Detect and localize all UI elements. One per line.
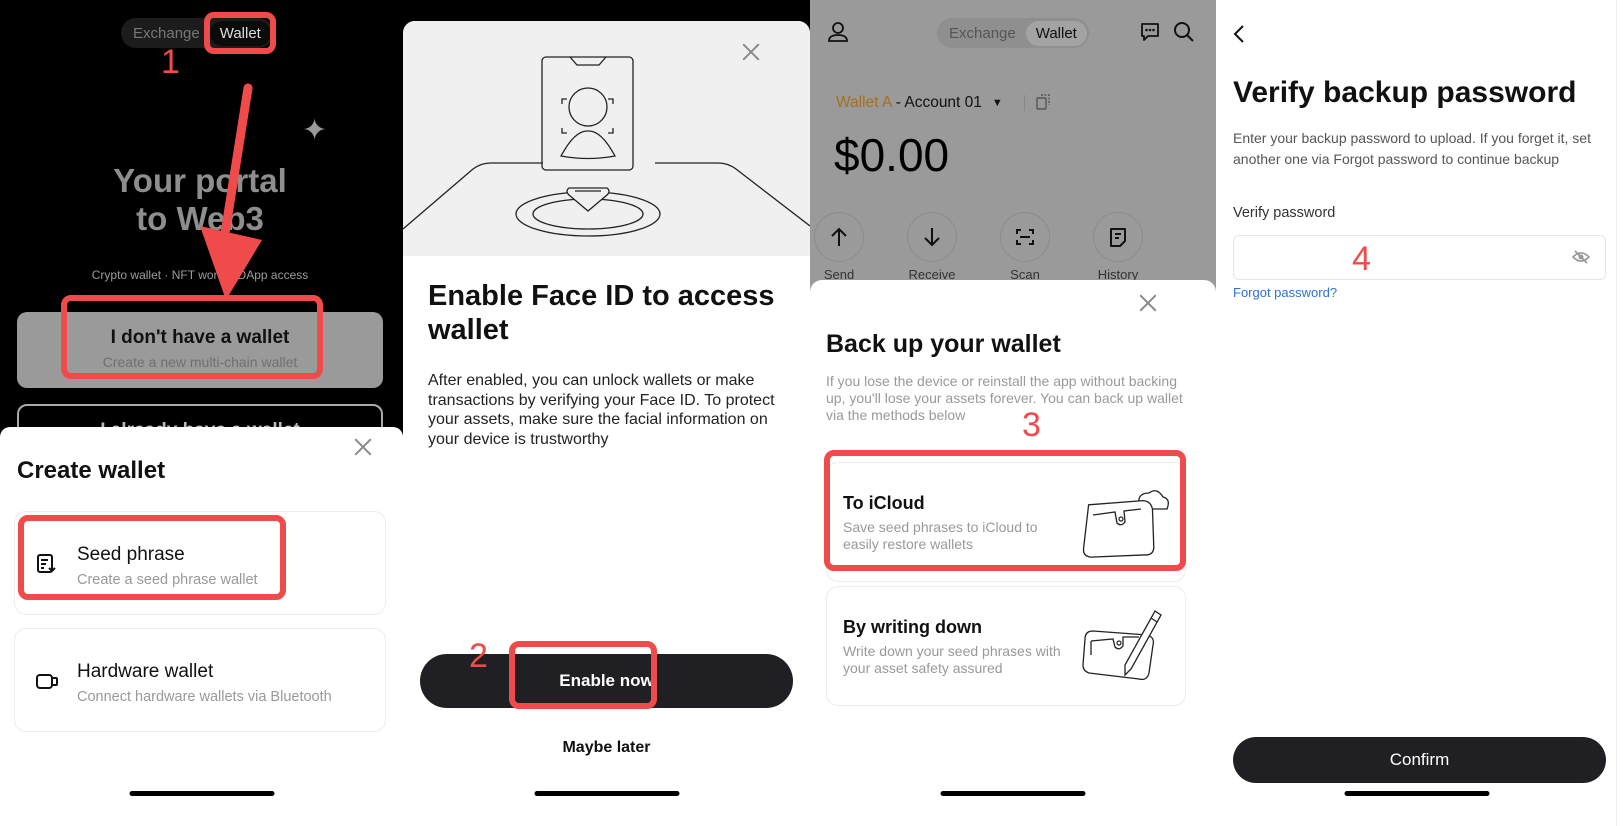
no-wallet-subtitle: Create a new multi-chain wallet xyxy=(102,354,298,370)
receive-action[interactable]: Receive xyxy=(901,212,963,282)
arrow-up-icon xyxy=(831,227,847,246)
option-subtitle: Write down your seed phrases with your a… xyxy=(843,643,1061,676)
step-number: 2 xyxy=(469,637,488,675)
seed-phrase-icon xyxy=(37,554,56,573)
send-action[interactable]: Send xyxy=(810,212,870,282)
confirm-button[interactable]: Confirm xyxy=(1233,737,1606,783)
page-title: Verify backup password xyxy=(1233,76,1577,109)
balance: $0.00 xyxy=(834,129,950,181)
step-number: 4 xyxy=(1352,240,1371,278)
tab-wallet[interactable]: Wallet xyxy=(1025,20,1087,46)
copy-icon[interactable] xyxy=(1034,93,1052,111)
search-icon[interactable] xyxy=(1172,20,1196,44)
divider xyxy=(1616,0,1617,826)
wallet-name: Wallet A xyxy=(836,94,892,111)
option-title: Hardware wallet xyxy=(77,661,214,682)
home-indicator xyxy=(940,791,1086,796)
tab-exchange[interactable]: Exchange xyxy=(939,21,1026,46)
home-indicator xyxy=(1344,791,1489,796)
sheet-title: Back up your wallet xyxy=(826,330,1061,358)
option-title: To iCloud xyxy=(843,493,925,513)
account-name: - Account 01 xyxy=(891,94,982,111)
field-label: Verify password xyxy=(1233,205,1336,221)
close-icon[interactable] xyxy=(352,436,374,458)
close-icon[interactable] xyxy=(1137,292,1159,314)
option-seed-phrase[interactable]: Seed phrase Create a seed phrase wallet xyxy=(14,511,386,615)
maybe-later-button[interactable]: Maybe later xyxy=(403,739,810,757)
option-subtitle: Connect hardware wallets via Bluetooth xyxy=(77,689,332,705)
arrow-annotation-icon xyxy=(200,83,262,300)
face-id-card: Enable Face ID to access wallet After en… xyxy=(403,21,810,826)
back-icon[interactable] xyxy=(1230,22,1250,46)
home-indicator xyxy=(534,791,679,796)
close-icon[interactable] xyxy=(740,41,762,63)
mode-switch: Exchange Wallet xyxy=(937,18,1089,48)
profile-icon[interactable] xyxy=(826,20,850,44)
divider xyxy=(1024,95,1025,111)
account-selector[interactable]: Wallet A - Account 01 ▼ xyxy=(836,94,1003,112)
face-id-screen: Enable Face ID to access wallet After en… xyxy=(403,0,810,826)
page-description: Enter your backup password to upload. If… xyxy=(1233,130,1591,167)
no-wallet-button[interactable]: I don't have a wallet Create a new multi… xyxy=(17,312,383,388)
option-subtitle: Save seed phrases to iCloud to easily re… xyxy=(843,519,1038,552)
history-icon xyxy=(1110,228,1126,247)
pen-wallet-icon xyxy=(1082,610,1162,681)
option-title: By writing down xyxy=(843,617,982,637)
create-wallet-sheet: Create wallet Seed phrase Create a seed … xyxy=(0,427,403,826)
backup-sheet: Back up your wallet If you lose the devi… xyxy=(810,280,1216,826)
step-number: 3 xyxy=(1022,406,1041,444)
no-wallet-title: I don't have a wallet xyxy=(110,327,290,348)
option-write-down[interactable]: By writing down Write down your seed phr… xyxy=(826,586,1186,706)
backup-wallet-screen: Exchange Wallet Wallet A - Account 01 ▼ … xyxy=(810,0,1216,826)
hardware-wallet-icon xyxy=(36,674,58,689)
forgot-password-link[interactable]: Forgot password? xyxy=(1233,285,1337,300)
option-icloud[interactable]: To iCloud Save seed phrases to iCloud to… xyxy=(826,462,1186,582)
option-subtitle: Create a seed phrase wallet xyxy=(77,572,258,588)
verify-password-screen: Verify backup password Enter your backup… xyxy=(1216,0,1617,826)
icloud-wallet-icon xyxy=(1082,490,1169,558)
create-wallet-screen: Exchange Wallet 1 ✦ Your portal to Web3 … xyxy=(0,0,403,826)
face-id-description: After enabled, you can unlock wallets or… xyxy=(428,372,775,448)
dropdown-icon: ▼ xyxy=(991,97,1003,109)
home-indicator xyxy=(129,791,274,796)
chat-icon[interactable] xyxy=(1138,20,1162,44)
sheet-description: If you lose the device or reinstall the … xyxy=(826,373,1183,423)
arrow-down-icon xyxy=(924,228,940,247)
scan-action[interactable]: Scan xyxy=(994,212,1056,282)
scan-icon xyxy=(1016,229,1034,245)
verify-password-input[interactable] xyxy=(1233,235,1606,280)
option-title: Seed phrase xyxy=(77,544,185,565)
face-id-title: Enable Face ID to access wallet xyxy=(428,280,775,346)
sheet-title: Create wallet xyxy=(17,457,166,484)
option-hardware-wallet[interactable]: Hardware wallet Connect hardware wallets… xyxy=(14,628,386,732)
hide-password-icon[interactable] xyxy=(1572,249,1590,265)
history-action[interactable]: History xyxy=(1087,212,1149,282)
